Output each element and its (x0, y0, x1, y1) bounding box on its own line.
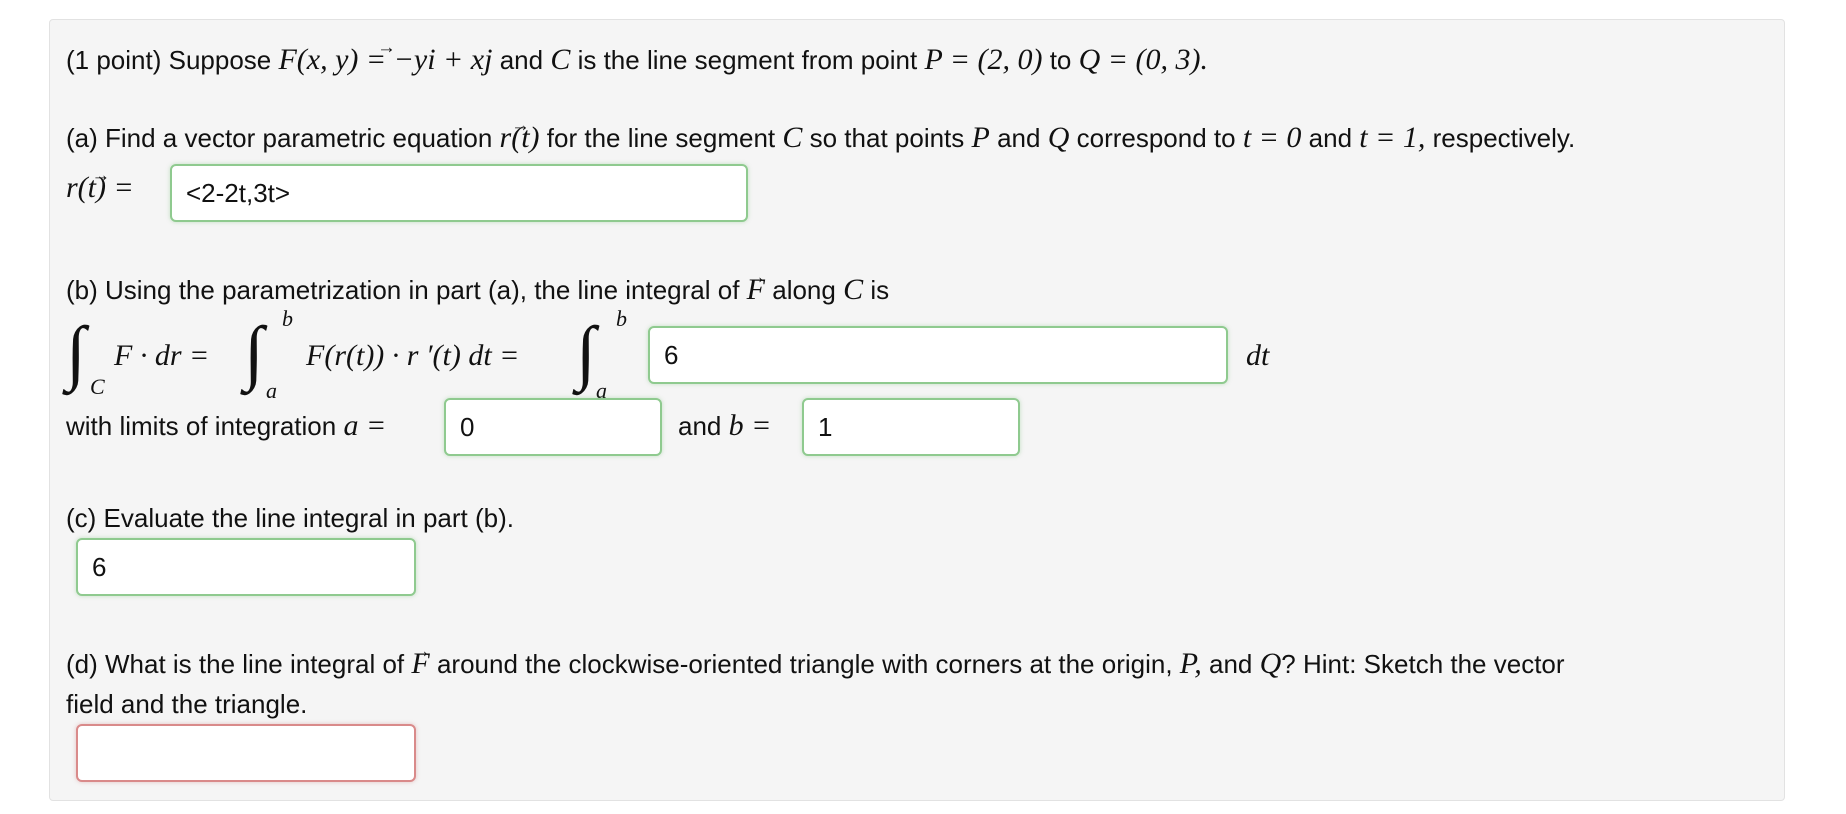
integrand-2: F(r(t)) · r ′(t) dt = (306, 339, 520, 372)
vector-field-definition: F(x, y) = −yi + xj (278, 44, 492, 76)
r-of-t-symbol: r(t) (500, 122, 540, 154)
limit-a-1: a (266, 378, 277, 403)
answer-input-c[interactable] (76, 538, 416, 596)
problem-statement: (1 point) Suppose F(x, y) = −yi + xj and… (66, 44, 1208, 76)
part-a-text2: so that points (809, 123, 965, 153)
part-b-question: (b) Using the parametrization in part (a… (66, 274, 889, 306)
points-label: (1 point) Suppose (66, 45, 272, 75)
and-text: and (499, 45, 544, 75)
part-a-text1: for the line segment (546, 123, 776, 153)
and-text: and (1209, 649, 1253, 679)
part-d-text2: ? Hint: Sketch the vector (1281, 649, 1565, 679)
a-equals: a = (343, 409, 387, 442)
part-a-question: (a) Find a vector parametric equation r(… (66, 122, 1575, 154)
and-text: and (678, 411, 722, 441)
point-p-symbol: P (971, 121, 990, 154)
along-text: along (772, 275, 836, 305)
point-p-symbol: P, (1179, 647, 1202, 680)
answer-input-b-limit[interactable] (802, 398, 1020, 456)
part-a-text3: correspond to (1076, 123, 1236, 153)
segment-text: is the line segment from point (577, 45, 918, 75)
and-text: and (997, 123, 1041, 153)
limits-label: with limits of integration a = (66, 410, 386, 442)
vector-f-symbol: F (411, 648, 429, 680)
curve-symbol: C (843, 273, 864, 306)
point-q-symbol: Q (1259, 647, 1282, 680)
limits-text: with limits of integration (66, 411, 337, 441)
b-limit-label: and b = (678, 410, 771, 442)
b-equals: b = (728, 409, 772, 442)
answer-input-integrand[interactable] (648, 326, 1228, 384)
answer-input-d[interactable] (76, 724, 416, 782)
integrand-1: F · dr = (114, 339, 210, 372)
t-zero: t = 0 (1242, 121, 1302, 154)
limit-b-1: b (282, 306, 293, 331)
limit-b-2: b (616, 306, 627, 331)
part-c-question: (c) Evaluate the line integral in part (… (66, 503, 514, 533)
point-q-symbol: Q (1047, 121, 1070, 154)
point-q: Q = (0, 3). (1078, 43, 1208, 76)
curve-symbol: C (550, 43, 571, 76)
integral-sign-2: ∫ (244, 312, 264, 392)
point-p: P = (2, 0) (924, 43, 1043, 76)
to-text: to (1049, 45, 1072, 75)
r-of-t-label: r(t) = (66, 172, 134, 204)
vector-f-symbol: F (747, 274, 765, 306)
integral-sign-3: ∫ (576, 312, 596, 392)
part-a-prefix: (a) Find a vector parametric equation (66, 123, 493, 153)
answer-input-a[interactable] (170, 164, 748, 222)
integral-sign-1: ∫ (66, 312, 86, 392)
part-d-prefix: (d) What is the line integral of (66, 649, 405, 679)
part-d-line2: field and the triangle. (66, 689, 308, 719)
curve-symbol: C (782, 121, 803, 154)
t-one: t = 1, (1359, 121, 1426, 154)
is-text: is (870, 275, 890, 305)
answer-input-a-limit[interactable] (444, 398, 662, 456)
part-b-prefix: (b) Using the parametrization in part (a… (66, 275, 740, 305)
and-text: and (1308, 123, 1353, 153)
part-a-suffix: respectively. (1432, 123, 1576, 153)
dt-label: dt (1246, 339, 1270, 372)
integral-subscript-c: C (90, 374, 105, 399)
part-d-question: (d) What is the line integral of F aroun… (66, 648, 1565, 680)
part-d-text1: around the clockwise-oriented triangle w… (436, 649, 1173, 679)
